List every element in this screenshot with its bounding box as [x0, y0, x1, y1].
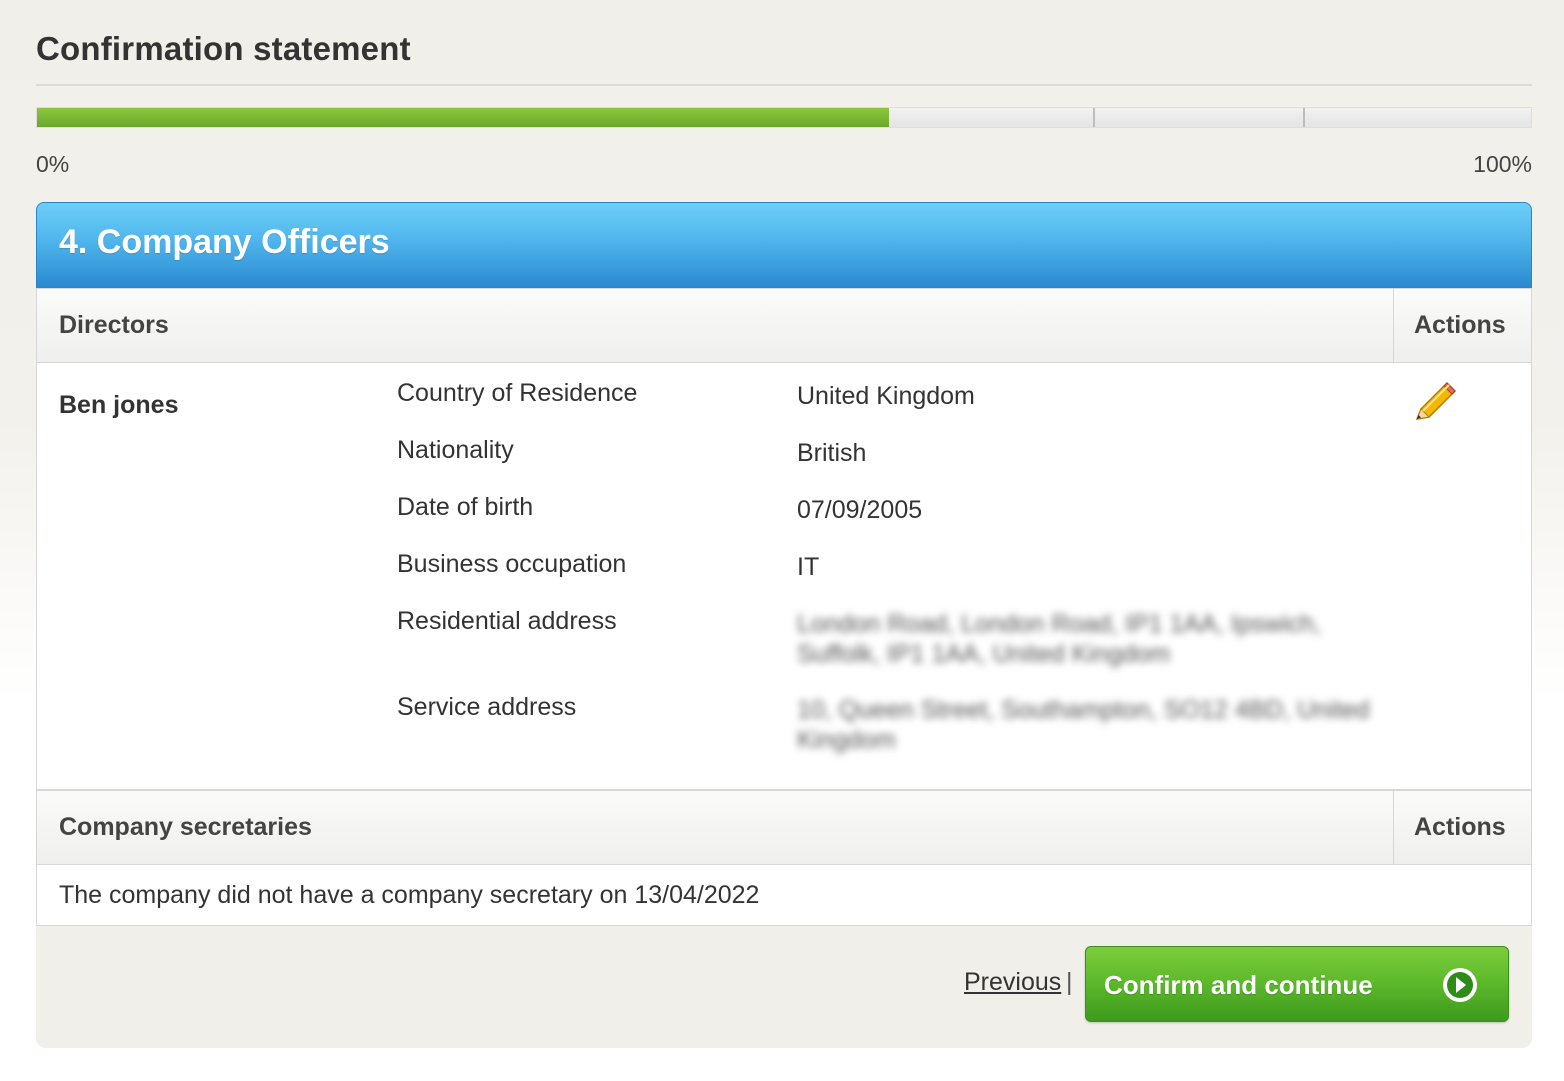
field-label-residential-address: Residential address	[397, 607, 617, 635]
field-value-nationality: British	[797, 439, 867, 467]
progress-min-label: 0%	[36, 151, 70, 177]
field-value-residential-address: London Road, London Road, IP1 1AA, Ipswi…	[797, 610, 1321, 668]
directors-heading: Directors	[59, 311, 169, 339]
field-label-dob: Date of birth	[397, 493, 534, 521]
directors-actions-label: Actions	[1414, 311, 1506, 339]
field-value-service-address: 10, Queen Street, Southampton, SO12 4BD,…	[797, 696, 1370, 754]
directors-actions-column: Actions	[1393, 289, 1531, 362]
secretaries-section: Company secretaries Actions The company …	[36, 790, 1532, 926]
field-label-service-address: Service address	[397, 693, 577, 721]
field-label-country: Country of Residence	[397, 379, 638, 407]
secretaries-actions-label: Actions	[1414, 813, 1506, 841]
panel-header: 4. Company Officers	[36, 202, 1532, 288]
pencil-icon[interactable]	[1409, 379, 1459, 429]
directors-section: Directors Actions Ben jones Country of R…	[36, 288, 1532, 790]
step-title: 4. Company Officers	[59, 223, 390, 261]
link-separator: |	[1066, 968, 1073, 996]
previous-link[interactable]: Previous	[964, 968, 1061, 997]
progress-bar	[36, 107, 1532, 128]
company-officers-panel: 4. Company Officers Directors Actions Be…	[36, 202, 1532, 1048]
secretary-note: The company did not have a company secre…	[59, 881, 760, 909]
confirm-and-continue-button[interactable]: Confirm and continue	[1085, 946, 1509, 1022]
directors-header: Directors Actions	[37, 289, 1531, 363]
secretaries-heading: Company secretaries	[59, 813, 312, 841]
officer-name: Ben jones	[59, 391, 179, 419]
field-value-country: United Kingdom	[797, 382, 975, 410]
progress-fill	[37, 108, 889, 127]
progress-step-marker	[1093, 108, 1095, 127]
field-label-occupation: Business occupation	[397, 550, 627, 578]
title-divider	[36, 84, 1532, 86]
progress-step-marker	[1303, 108, 1305, 127]
field-label-nationality: Nationality	[397, 436, 514, 464]
secretaries-actions-column: Actions	[1393, 791, 1531, 864]
field-value-occupation: IT	[797, 553, 820, 581]
confirm-button-label: Confirm and continue	[1104, 970, 1373, 1000]
page-title: Confirmation statement	[36, 30, 411, 67]
field-value-dob: 07/09/2005	[797, 496, 923, 524]
progress-max-label: 100%	[1473, 151, 1532, 177]
secretaries-header: Company secretaries Actions	[37, 791, 1531, 865]
arrow-right-circle-icon	[1443, 968, 1477, 1002]
